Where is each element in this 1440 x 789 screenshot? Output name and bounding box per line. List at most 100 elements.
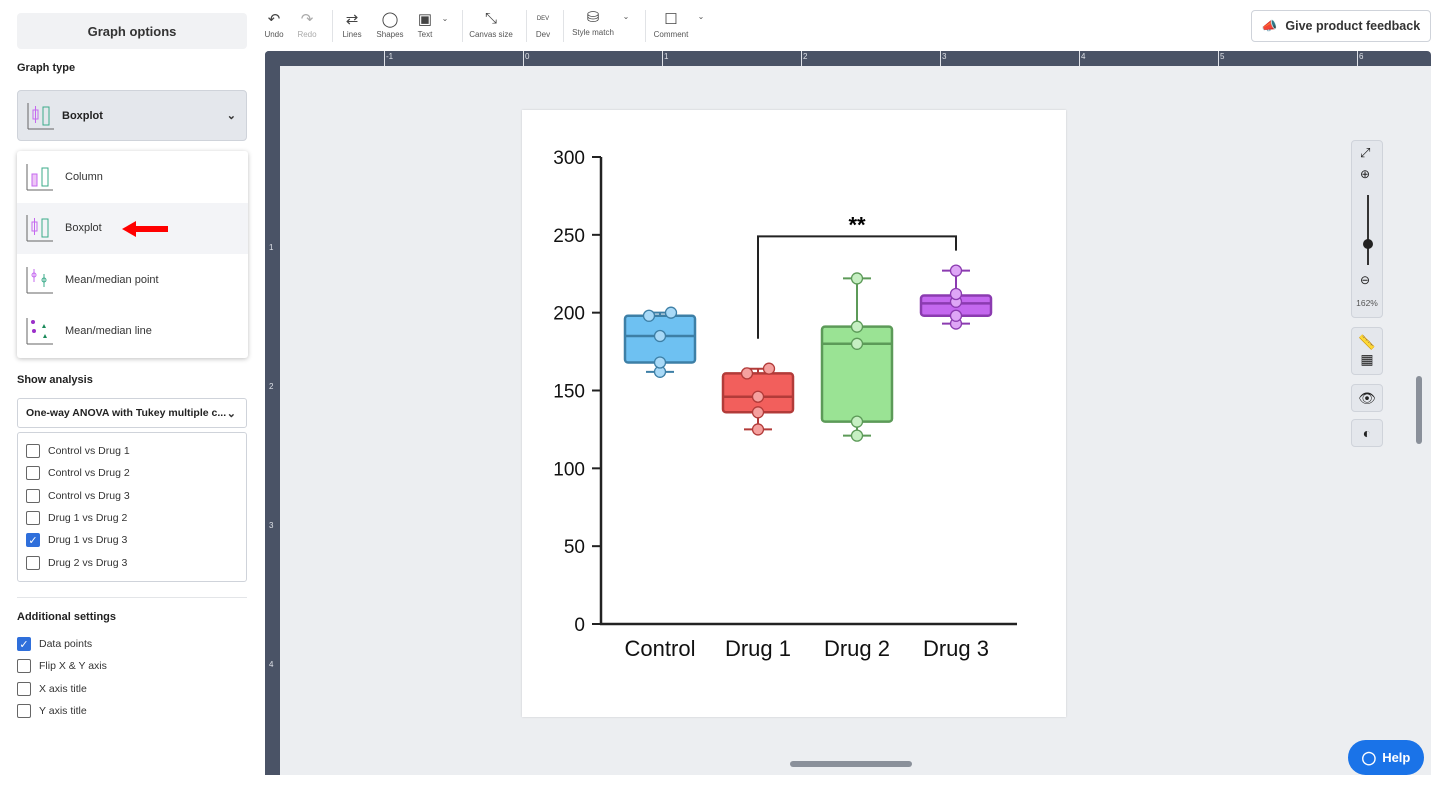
divider	[563, 10, 564, 42]
canvas-size-button[interactable]: ⤡ Canvas size	[468, 10, 514, 39]
dev-button[interactable]: DEV Dev	[532, 10, 554, 39]
data-point	[664, 306, 678, 319]
comment-dropdown[interactable]: ⌄	[695, 12, 707, 21]
zoom-slider-handle[interactable]	[1363, 239, 1373, 249]
data-point	[751, 390, 765, 403]
checkbox-icon[interactable]	[17, 659, 31, 674]
vertical-scrollbar[interactable]	[1416, 376, 1422, 444]
text-button[interactable]: ▣ Text	[414, 10, 436, 39]
graph-page[interactable]: 0 50 100 150 200 250 300 Control Drug 1 Drug 2 Dru…	[522, 110, 1066, 717]
lines-icon: ⇄	[345, 11, 359, 28]
data-point	[751, 423, 765, 436]
data-point	[850, 415, 864, 428]
divider	[462, 10, 463, 42]
text-label: Text	[417, 30, 433, 39]
checkbox-label: Drug 1 vs Drug 3	[48, 534, 128, 547]
additional-settings-label: Additional settings	[17, 611, 116, 623]
ruler-label: 6	[1359, 52, 1364, 61]
help-button[interactable]: ◯ Help	[1348, 740, 1424, 775]
checkbox-control-vs-drug-2[interactable]: Control vs Drug 2	[18, 462, 246, 484]
checkbox-icon[interactable]	[26, 444, 40, 459]
redo-icon: ↷	[300, 11, 314, 28]
horizontal-scrollbar[interactable]	[790, 761, 912, 767]
ruler-tick	[1079, 51, 1080, 66]
y-tick-label: 50	[564, 537, 585, 558]
checkbox-icon[interactable]	[26, 488, 40, 503]
analysis-select[interactable]: One-way ANOVA with Tukey multiple c... ⌄	[17, 398, 247, 428]
x-tick-label: Drug 1	[725, 636, 791, 661]
style-match-button[interactable]: ⛁ Style match	[570, 8, 616, 37]
checkbox-flip-x-y-axis[interactable]: Flip X & Y axis	[9, 655, 107, 677]
ruler-label: 0	[525, 52, 530, 61]
comment-icon: ☐	[664, 11, 678, 28]
checkbox-icon[interactable]	[26, 555, 40, 570]
option-label: Mean/median line	[65, 325, 152, 338]
checkbox-icon[interactable]	[17, 681, 31, 696]
shapes-button[interactable]: ◯ Shapes	[374, 10, 406, 39]
lines-button[interactable]: ⇄ Lines	[340, 10, 364, 39]
ruler-label: 5	[1220, 52, 1225, 61]
grid-icon[interactable]: ▦	[1360, 351, 1373, 368]
checkbox-y-axis-title[interactable]: Y axis title	[9, 700, 107, 722]
text-icon: ▣	[417, 11, 433, 28]
style-match-dropdown[interactable]: ⌄	[620, 12, 632, 21]
ruler-icon[interactable]: 📏	[1358, 334, 1375, 351]
checkbox-control-vs-drug-3[interactable]: Control vs Drug 3	[18, 485, 246, 507]
checkbox-drug-1-vs-drug-2[interactable]: Drug 1 vs Drug 2	[18, 507, 246, 529]
checkbox-drug-2-vs-drug-3[interactable]: Drug 2 vs Drug 3	[18, 551, 246, 573]
fit-screen-icon[interactable]: ⤢	[1360, 145, 1370, 161]
checkbox-x-axis-title[interactable]: X axis title	[9, 678, 107, 700]
text-dropdown[interactable]: ⌄	[439, 14, 451, 23]
graph-type-select[interactable]: Boxplot ⌄	[17, 90, 247, 141]
y-tick-label: 250	[553, 226, 585, 247]
graph-type-menu: Column Boxplot Mean/median point Mean/media…	[17, 151, 248, 358]
preview-button[interactable]: 👁	[1351, 384, 1383, 412]
y-tick-label: 0	[574, 615, 585, 636]
graph-type-option-column[interactable]: Column	[17, 151, 248, 203]
comment-button[interactable]: ☐ Comment	[652, 10, 690, 39]
x-tick-label: Drug 3	[923, 636, 989, 661]
data-point	[762, 362, 776, 375]
checkbox-icon[interactable]: ✓	[26, 533, 40, 548]
dev-badge: DEV	[536, 16, 550, 22]
contrast-button[interactable]: ◐	[1351, 419, 1383, 447]
graph-options-panel: Graph options Graph type Boxplot ⌄ Colum…	[0, 0, 260, 789]
style-match-label: Style match	[572, 28, 614, 37]
checkbox-control-vs-drug-1[interactable]: Control vs Drug 1	[18, 440, 246, 462]
checkbox-icon[interactable]	[17, 704, 31, 719]
zoom-controls: ⤢ ⊕ ⊖ 162%	[1351, 140, 1383, 318]
checkbox-icon[interactable]	[26, 466, 40, 481]
data-point	[751, 406, 765, 419]
checkbox-icon[interactable]	[26, 511, 40, 526]
ruler-tick	[384, 51, 385, 66]
y-tick-label: 200	[553, 304, 585, 325]
canvas-area[interactable]: -1 0 1 2 3 4 5 6 1 2 3 4 0 50 100 150 200 250 300 Control…	[265, 51, 1431, 775]
zoom-slider[interactable]	[1367, 195, 1369, 265]
ruler-left: 1 2 3 4	[265, 51, 280, 775]
resize-icon: ⤡	[484, 10, 497, 27]
checkbox-label: Data points	[39, 638, 93, 651]
additional-settings-list: ✓ Data points Flip X & Y axis X axis title Y…	[9, 633, 107, 722]
ruler-label: 4	[269, 660, 274, 669]
shapes-label: Shapes	[376, 30, 404, 39]
data-point	[850, 429, 864, 442]
divider	[526, 10, 527, 42]
checkbox-data-points[interactable]: ✓ Data points	[9, 633, 107, 655]
redo-button[interactable]: ↷ Redo	[296, 10, 318, 39]
option-label: Column	[65, 170, 103, 183]
graph-type-option-mean-median-point[interactable]: Mean/median point	[17, 254, 248, 306]
checkbox-drug-1-vs-drug-3[interactable]: ✓ Drug 1 vs Drug 3	[18, 529, 246, 551]
undo-button[interactable]: ↶ Undo	[263, 10, 285, 39]
zoom-in-icon[interactable]: ⊕	[1360, 167, 1370, 181]
ruler-top: -1 0 1 2 3 4 5 6	[265, 51, 1431, 66]
give-feedback-button[interactable]: 📣 Give product feedback	[1251, 10, 1431, 42]
graph-type-option-mean-median-line[interactable]: Mean/median line	[17, 306, 248, 358]
checkbox-icon[interactable]: ✓	[17, 637, 31, 652]
ruler-tick	[940, 51, 941, 66]
divider	[17, 597, 247, 598]
checkbox-label: Control vs Drug 1	[48, 445, 130, 458]
ruler-tick	[523, 51, 524, 66]
x-tick-label: Control	[625, 636, 696, 661]
zoom-out-icon[interactable]: ⊖	[1360, 273, 1370, 287]
boxplot-chart[interactable]: 0 50 100 150 200 250 300 Control Drug 1 Drug 2 Dru…	[522, 110, 1066, 717]
